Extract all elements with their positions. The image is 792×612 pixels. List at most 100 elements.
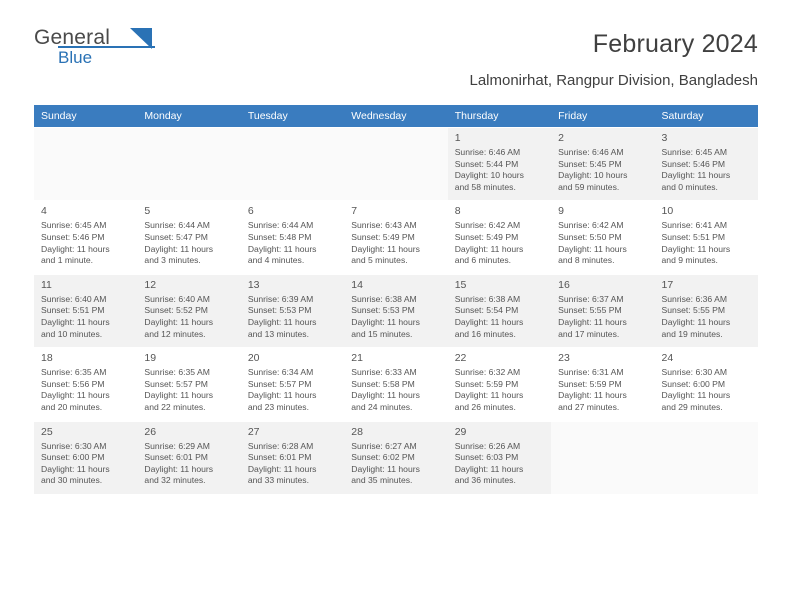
daylight-text-cont: and 1 minute. (41, 255, 94, 266)
sunset-text: Sunset: 6:01 PM (144, 452, 208, 463)
daylight-text: Daylight: 11 hours (247, 463, 317, 474)
daylight-text-cont: and 36 minutes. (454, 475, 516, 486)
calendar-day-cell[interactable]: 29 Sunrise: 6:26 AM Sunset: 6:03 PM Dayligh… (447, 420, 552, 494)
calendar-day-cell[interactable]: 17 Sunrise: 6:36 AM Sunset: 5:55 PM Dayligh… (654, 273, 758, 348)
calendar-day-cell[interactable]: 5 Sunrise: 6:44 AM Sunset: 5:47 PM Daylight… (137, 200, 241, 275)
calendar-day-cell[interactable]: 20 Sunrise: 6:34 AM Sunset: 5:57 PM Dayligh… (240, 347, 345, 421)
day-number: 23 (558, 352, 570, 365)
day-number: 25 (41, 425, 53, 438)
daylight-text: Daylight: 11 hours (661, 170, 731, 181)
day-number: 1 (454, 132, 461, 144)
calendar-day-cell[interactable]: 11 Sunrise: 6:40 AM Sunset: 5:51 PM Dayligh… (34, 273, 138, 348)
calendar-day-cell[interactable]: 21 Sunrise: 6:33 AM Sunset: 5:58 PM Dayligh… (344, 347, 448, 421)
day-details: Sunrise: 6:37 AM Sunset: 5:55 PM Daylight:… (558, 294, 648, 340)
calendar-day-cell[interactable]: 7 Sunrise: 6:43 AM Sunset: 5:49 PM Daylight… (344, 200, 448, 275)
day-details: Sunrise: 6:40 AM Sunset: 5:52 PM Daylight:… (144, 294, 234, 340)
sunrise-text: Sunrise: 6:40 AM (41, 293, 107, 304)
day-details: Sunrise: 6:43 AM Sunset: 5:49 PM Daylight:… (351, 220, 441, 266)
calendar-day-cell[interactable]: 10 Sunrise: 6:41 AM Sunset: 5:51 PM Dayligh… (654, 200, 758, 275)
calendar-day-cell[interactable]: 8 Sunrise: 6:42 AM Sunset: 5:49 PM Daylight… (447, 200, 552, 275)
day-details: Sunrise: 6:38 AM Sunset: 5:53 PM Daylight:… (351, 294, 441, 340)
day-details: Sunrise: 6:46 AM Sunset: 5:44 PM Daylight:… (455, 147, 545, 193)
day-details: Sunrise: 6:44 AM Sunset: 5:48 PM Daylight:… (248, 220, 338, 266)
daylight-text: Daylight: 11 hours (144, 463, 214, 474)
day-details: Sunrise: 6:31 AM Sunset: 5:59 PM Daylight:… (558, 367, 648, 413)
daylight-text-cont: and 29 minutes. (661, 401, 723, 412)
calendar-day-cell[interactable]: 15 Sunrise: 6:38 AM Sunset: 5:54 PM Dayligh… (447, 273, 552, 348)
day-details: Sunrise: 6:40 AM Sunset: 5:51 PM Daylight:… (41, 294, 131, 340)
sunset-text: Sunset: 5:51 PM (661, 231, 726, 242)
sunrise-text: Sunrise: 6:26 AM (454, 440, 521, 451)
calendar-day-cell[interactable]: 19 Sunrise: 6:35 AM Sunset: 5:57 PM Dayligh… (137, 347, 241, 421)
sunset-text: Sunset: 5:55 PM (558, 305, 622, 316)
sunset-text: Sunset: 5:46 PM (41, 231, 105, 242)
daylight-text: Daylight: 11 hours (247, 390, 317, 401)
calendar-day-cell[interactable]: 12 Sunrise: 6:40 AM Sunset: 5:52 PM Dayligh… (137, 273, 241, 348)
sunset-text: Sunset: 5:47 PM (144, 231, 208, 242)
calendar-day-cell[interactable]: 13 Sunrise: 6:39 AM Sunset: 5:53 PM Dayligh… (240, 273, 345, 348)
sunrise-text: Sunrise: 6:35 AM (144, 367, 210, 378)
calendar-day-cell[interactable]: 3 Sunrise: 6:45 AM Sunset: 5:46 PM Daylight… (654, 126, 758, 201)
sunrise-text: Sunrise: 6:45 AM (41, 220, 107, 231)
calendar-empty-cell (240, 126, 345, 201)
sunrise-text: Sunrise: 6:40 AM (144, 293, 210, 304)
calendar-day-cell[interactable]: 27 Sunrise: 6:28 AM Sunset: 6:01 PM Dayligh… (240, 420, 345, 494)
day-number: 9 (558, 205, 564, 218)
calendar-day-cell[interactable]: 23 Sunrise: 6:31 AM Sunset: 5:59 PM Dayligh… (551, 347, 655, 421)
day-details: Sunrise: 6:36 AM Sunset: 5:55 PM Daylight:… (662, 294, 752, 340)
daylight-text: Daylight: 11 hours (247, 316, 317, 327)
calendar-week-row: 11 Sunrise: 6:40 AM Sunset: 5:51 PM Dayligh… (34, 273, 758, 348)
calendar-day-cell[interactable]: 6 Sunrise: 6:44 AM Sunset: 5:48 PM Daylight… (240, 200, 345, 275)
daylight-text-cont: and 15 minutes. (351, 328, 413, 339)
sunset-text: Sunset: 5:58 PM (351, 378, 415, 389)
calendar-day-cell[interactable]: 24 Sunrise: 6:30 AM Sunset: 6:00 PM Dayligh… (654, 347, 758, 421)
day-number: 11 (41, 278, 52, 291)
daylight-text-cont: and 20 minutes. (41, 401, 103, 412)
calendar-day-cell[interactable]: 16 Sunrise: 6:37 AM Sunset: 5:55 PM Dayligh… (551, 273, 655, 348)
day-details: Sunrise: 6:42 AM Sunset: 5:50 PM Daylight:… (558, 220, 648, 266)
sunset-text: Sunset: 5:50 PM (558, 231, 622, 242)
calendar-day-cell[interactable]: 26 Sunrise: 6:29 AM Sunset: 6:01 PM Dayligh… (137, 420, 241, 494)
daylight-text: Daylight: 11 hours (454, 463, 524, 474)
daylight-text: Daylight: 11 hours (144, 316, 214, 327)
calendar-day-cell[interactable]: 2 Sunrise: 6:46 AM Sunset: 5:45 PM Daylight… (551, 126, 655, 201)
sunset-text: Sunset: 5:56 PM (41, 378, 105, 389)
daylight-text-cont: and 6 minutes. (454, 255, 512, 266)
daylight-text: Daylight: 11 hours (454, 316, 524, 327)
daylight-text-cont: and 17 minutes. (558, 328, 620, 339)
day-number: 14 (351, 278, 363, 291)
sunrise-text: Sunrise: 6:43 AM (351, 220, 417, 231)
daylight-text: Daylight: 11 hours (661, 316, 731, 327)
daylight-text-cont: and 12 minutes. (144, 328, 206, 339)
sunset-text: Sunset: 5:48 PM (247, 231, 312, 242)
calendar-day-cell[interactable]: 22 Sunrise: 6:32 AM Sunset: 5:59 PM Dayligh… (447, 347, 552, 421)
daylight-text: Daylight: 11 hours (454, 390, 524, 401)
daylight-text: Daylight: 11 hours (41, 390, 110, 401)
day-number: 3 (661, 132, 668, 144)
brand-logo[interactable]: General Blue (34, 26, 234, 74)
sunset-text: Sunset: 6:00 PM (661, 378, 726, 389)
calendar-day-cell[interactable]: 18 Sunrise: 6:35 AM Sunset: 5:56 PM Dayligh… (34, 347, 138, 421)
daylight-text-cont: and 8 minutes. (558, 255, 615, 266)
calendar-day-cell[interactable]: 9 Sunrise: 6:42 AM Sunset: 5:50 PM Daylight… (551, 200, 655, 275)
sunrise-text: Sunrise: 6:44 AM (247, 220, 314, 231)
sunset-text: Sunset: 5:51 PM (41, 305, 105, 316)
triangle-flag-icon (128, 28, 154, 50)
sunrise-text: Sunrise: 6:33 AM (351, 367, 417, 378)
calendar-day-cell[interactable]: 4 Sunrise: 6:45 AM Sunset: 5:46 PM Daylight… (34, 200, 138, 275)
sunset-text: Sunset: 5:44 PM (454, 158, 519, 169)
daylight-text-cont: and 4 minutes. (247, 255, 305, 266)
calendar-day-cell[interactable]: 14 Sunrise: 6:38 AM Sunset: 5:53 PM Dayligh… (344, 273, 448, 348)
daylight-text: Daylight: 11 hours (351, 243, 420, 254)
day-details: Sunrise: 6:26 AM Sunset: 6:03 PM Daylight:… (455, 441, 545, 487)
day-number: 19 (144, 352, 157, 365)
calendar-day-cell[interactable]: 25 Sunrise: 6:30 AM Sunset: 6:00 PM Dayligh… (34, 420, 138, 494)
sunrise-text: Sunrise: 6:30 AM (661, 367, 727, 378)
calendar-day-cell[interactable]: 1 Sunrise: 6:46 AM Sunset: 5:44 PM Daylight… (447, 126, 552, 201)
daylight-text-cont: and 32 minutes. (144, 475, 206, 486)
sunrise-text: Sunrise: 6:42 AM (454, 220, 521, 231)
daylight-text: Daylight: 11 hours (41, 316, 110, 327)
day-details: Sunrise: 6:28 AM Sunset: 6:01 PM Daylight:… (248, 441, 338, 487)
calendar-day-cell[interactable]: 28 Sunrise: 6:27 AM Sunset: 6:02 PM Dayligh… (344, 420, 448, 494)
sunset-text: Sunset: 6:01 PM (247, 452, 312, 463)
